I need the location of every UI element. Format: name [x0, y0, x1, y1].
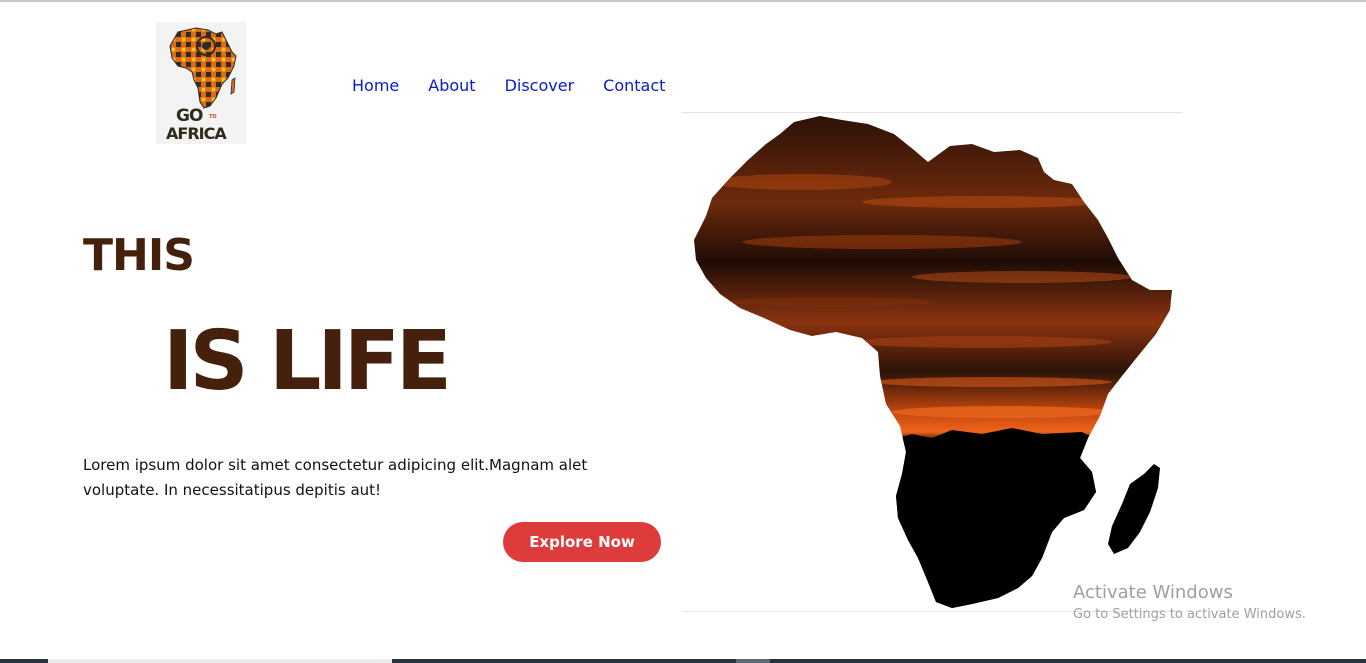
page: GO TO AFRICA Home About Discover Contact… [0, 0, 1366, 663]
nav-link-about[interactable]: About [428, 76, 475, 96]
logo-text-to: TO [209, 114, 217, 120]
nav-link-contact[interactable]: Contact [603, 76, 665, 96]
hero-title-line1: THIS [83, 230, 195, 281]
logo-text-go: GO [176, 106, 203, 126]
logo-text-africa: AFRICA [166, 124, 227, 143]
taskbar-segment [736, 659, 770, 663]
watermark-subtitle: Go to Settings to activate Windows. [1073, 607, 1306, 622]
africa-silhouette-sunset-image [694, 116, 1172, 608]
top-border [0, 0, 1366, 2]
hero-description: Lorem ipsum dolor sit amet consectetur a… [83, 456, 588, 499]
nav-link-home[interactable]: Home [352, 76, 399, 96]
hero-title-line2: IS LIFE [163, 314, 452, 409]
activate-windows-watermark: Activate Windows Go to Settings to activ… [1073, 581, 1306, 625]
taskbar-strip [0, 659, 1366, 663]
watermark-title: Activate Windows [1073, 582, 1233, 603]
explore-now-button[interactable]: Explore Now [503, 522, 661, 562]
site-logo[interactable]: GO TO AFRICA [156, 22, 246, 144]
nav-link-discover[interactable]: Discover [505, 76, 575, 96]
main-nav: Home About Discover Contact [352, 76, 665, 96]
taskbar-segment [48, 659, 392, 663]
